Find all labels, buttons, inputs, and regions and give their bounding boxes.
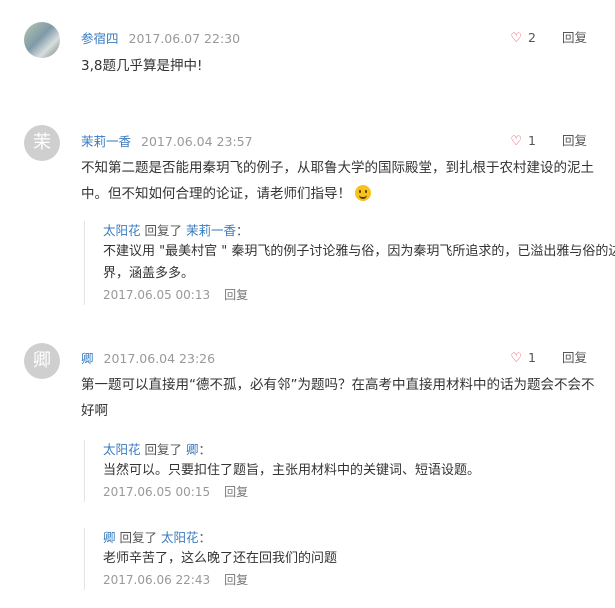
- reply-to[interactable]: 卿: [186, 442, 199, 457]
- reply-from[interactable]: 太阳花: [103, 223, 141, 238]
- comment-text-content: 不知第二题是否能用秦玥飞的例子，从耶鲁大学的国际殿堂，到扎根于农村建设的泥土中。…: [81, 160, 594, 202]
- reply-text: 当然可以。只要扣住了题旨，主张用材料中的关键词、短语设题。: [103, 463, 481, 478]
- reply-from[interactable]: 卿: [103, 530, 116, 545]
- like-count: 1: [528, 350, 536, 365]
- timestamp: 2017.06.04 23:26: [103, 351, 216, 366]
- comment-actions: ♡ 2 回复: [510, 27, 587, 46]
- reply-timestamp: 2017.06.06 22:43: [103, 573, 211, 587]
- reply-item: 卿 回复了 太阳花： 老师辛苦了，这么晚了还在回我们的问题 2017.06.06…: [84, 528, 615, 590]
- reply-button[interactable]: 回复: [224, 288, 248, 302]
- reply-header: 太阳花 回复了 卿：: [103, 440, 615, 460]
- reply-timestamp: 2017.06.05 00:13: [103, 288, 211, 302]
- heart-icon[interactable]: ♡: [510, 134, 522, 149]
- comment-text: 3,8题几乎算是押中!: [81, 58, 203, 74]
- replied-label: 回复了: [144, 442, 183, 457]
- comment-actions: ♡ 1 回复: [510, 130, 587, 149]
- reply-timestamp: 2017.06.05 00:15: [103, 485, 211, 499]
- reply-text: 不建议用 "最美村官 " 秦玥飞的例子讨论雅与俗，因为秦玥飞所追求的，已溢出雅与…: [103, 244, 615, 281]
- colon: ：: [236, 223, 249, 238]
- smile-emoji-icon: [355, 185, 371, 201]
- colon: ：: [198, 530, 212, 545]
- reply-text: 老师辛苦了，这么晚了还在回我们的问题: [103, 551, 338, 566]
- reply-meta: 2017.06.05 00:15 回复: [103, 482, 615, 502]
- reply-button[interactable]: 回复: [562, 133, 587, 148]
- reply-meta: 2017.06.06 22:43 回复: [103, 570, 615, 590]
- reply-from[interactable]: 太阳花: [103, 442, 141, 457]
- heart-icon[interactable]: ♡: [510, 31, 522, 46]
- colon: ：: [198, 442, 212, 457]
- reply-button[interactable]: 回复: [224, 485, 248, 499]
- reply-to[interactable]: 茉莉一香: [186, 223, 236, 238]
- reply-item: 太阳花 回复了 茉莉一香： 不建议用 "最美村官 " 秦玥飞的例子讨论雅与俗，因…: [84, 221, 615, 305]
- username[interactable]: 茉莉一香: [81, 134, 131, 149]
- timestamp: 2017.06.04 23:57: [141, 134, 253, 149]
- reply-button[interactable]: 回复: [224, 573, 248, 587]
- avatar[interactable]: 茉: [24, 125, 60, 161]
- avatar[interactable]: [24, 22, 60, 58]
- comment-meta: 参宿四 2017.06.07 22:30: [81, 28, 240, 47]
- reply-item: 太阳花 回复了 卿： 当然可以。只要扣住了题旨，主张用材料中的关键词、短语设题。…: [84, 440, 615, 502]
- like-count: 1: [528, 133, 536, 148]
- replied-label: 回复了: [144, 223, 183, 238]
- heart-icon[interactable]: ♡: [510, 351, 522, 366]
- replied-label: 回复了: [119, 530, 158, 545]
- comment-text: 第一题可以直接用“德不孤，必有邻”为题吗？在高考中直接用材料中的话为题会不会不好…: [81, 377, 595, 419]
- timestamp: 2017.06.07 22:30: [128, 31, 241, 46]
- username[interactable]: 卿: [81, 351, 94, 366]
- like-count: 2: [528, 30, 536, 45]
- reply-header: 太阳花 回复了 茉莉一香：: [103, 221, 615, 241]
- username[interactable]: 参宿四: [81, 31, 119, 46]
- reply-button[interactable]: 回复: [562, 350, 587, 365]
- comment-actions: ♡ 1 回复: [510, 347, 587, 366]
- avatar[interactable]: 卿: [24, 343, 60, 379]
- reply-header: 卿 回复了 太阳花：: [103, 528, 615, 548]
- comment-meta: 卿 2017.06.04 23:26: [81, 348, 215, 367]
- comment-meta: 茉莉一香 2017.06.04 23:57: [81, 131, 253, 150]
- reply-to[interactable]: 太阳花: [161, 530, 199, 545]
- comment-text: 不知第二题是否能用秦玥飞的例子，从耶鲁大学的国际殿堂，到扎根于农村建设的泥土中。…: [81, 155, 601, 207]
- reply-button[interactable]: 回复: [562, 30, 587, 45]
- reply-meta: 2017.06.05 00:13 回复: [103, 285, 615, 305]
